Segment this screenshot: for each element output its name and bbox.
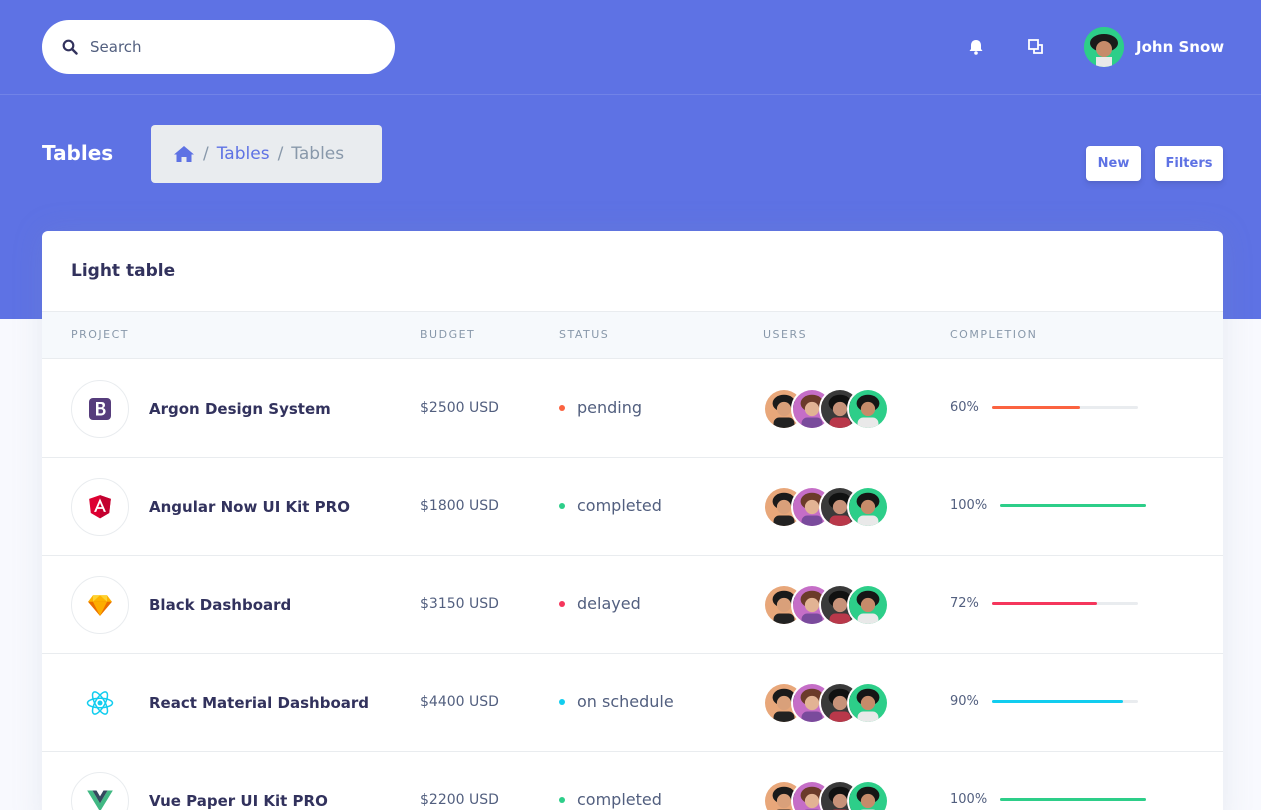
user-avatar[interactable] (847, 388, 889, 430)
status-dot (559, 404, 565, 411)
budget-value: $2500 USD (420, 400, 499, 416)
status-text: completed (577, 496, 662, 515)
progress-bar (992, 406, 1138, 409)
budget-value: $1800 USD (420, 498, 499, 514)
page-title: Tables (42, 141, 114, 165)
angular-icon (71, 478, 129, 536)
status-text: completed (577, 790, 662, 809)
status-text: delayed (577, 594, 641, 613)
avatar-group (763, 780, 893, 810)
table-row: Argon Design System $2500 USD pending 60… (42, 360, 1223, 458)
apps-icon[interactable] (1026, 37, 1046, 57)
row-actions-icon[interactable]: ⋮ (1218, 398, 1223, 414)
progress-bar (992, 602, 1138, 605)
budget-value: $2200 USD (420, 792, 499, 808)
completion-label: 100% (950, 792, 988, 807)
table-row: Vue Paper UI Kit PRO $2200 USD completed… (42, 752, 1223, 810)
search-input[interactable] (90, 38, 360, 56)
user-avatar[interactable] (847, 486, 889, 528)
avatar-group (763, 682, 893, 724)
project-name[interactable]: React Material Dashboard (149, 694, 369, 712)
filters-button[interactable]: Filters (1155, 146, 1223, 181)
breadcrumb-link-tables[interactable]: Tables (217, 144, 270, 164)
top-navbar: John Snow (0, 0, 1261, 95)
status-badge: completed (559, 790, 662, 809)
status-text: pending (577, 398, 643, 417)
row-actions-icon[interactable]: ⋮ (1218, 496, 1223, 512)
project-name[interactable]: Black Dashboard (149, 596, 291, 614)
progress-bar (1000, 504, 1146, 507)
bootstrap-icon (71, 380, 129, 438)
avatar-group (763, 388, 893, 430)
row-actions-icon[interactable]: ⋮ (1218, 790, 1223, 806)
status-badge: pending (559, 398, 642, 417)
avatar-group (763, 486, 893, 528)
project-name[interactable]: Vue Paper UI Kit PRO (149, 792, 328, 810)
home-icon[interactable] (173, 145, 195, 163)
row-actions-icon[interactable]: ⋮ (1218, 692, 1223, 708)
avatar (1084, 27, 1124, 67)
status-badge: completed (559, 496, 662, 515)
completion-label: 60% (950, 400, 979, 415)
table-row: Angular Now UI Kit PRO $1800 USD complet… (42, 458, 1223, 556)
breadcrumb: / Tables / Tables (151, 125, 382, 183)
row-actions-icon[interactable]: ⋮ (1218, 594, 1223, 610)
column-header-project[interactable]: Project (71, 328, 129, 341)
completion-label: 100% (950, 498, 988, 513)
search-box[interactable] (42, 20, 395, 74)
project-name[interactable]: Angular Now UI Kit PRO (149, 498, 350, 516)
project-name[interactable]: Argon Design System (149, 400, 331, 418)
user-avatar[interactable] (847, 584, 889, 626)
status-dot (559, 698, 565, 705)
bell-icon[interactable] (966, 37, 986, 57)
vue-icon (71, 772, 129, 810)
new-button[interactable]: New (1086, 146, 1141, 181)
budget-value: $4400 USD (420, 694, 499, 710)
column-header-completion[interactable]: Completion (950, 328, 1037, 341)
progress-bar (992, 700, 1138, 703)
avatar-group (763, 584, 893, 626)
user-avatar[interactable] (847, 780, 889, 810)
sketch-icon (71, 576, 129, 634)
status-badge: on schedule (559, 692, 674, 711)
column-header-budget[interactable]: Budget (420, 328, 475, 341)
completion-label: 90% (950, 694, 979, 709)
table-card: Light table Project Budget Status Users … (42, 231, 1223, 810)
status-dot (559, 796, 565, 803)
budget-value: $3150 USD (420, 596, 499, 612)
column-header-users[interactable]: Users (763, 328, 807, 341)
react-icon (71, 674, 129, 732)
status-text: on schedule (577, 692, 674, 711)
status-dot (559, 502, 565, 509)
status-badge: delayed (559, 594, 641, 613)
table-header: Project Budget Status Users Completion (42, 311, 1223, 359)
search-icon (62, 39, 78, 55)
column-header-status[interactable]: Status (559, 328, 609, 341)
table-row: React Material Dashboard $4400 USD on sc… (42, 654, 1223, 752)
breadcrumb-current: Tables (291, 144, 345, 164)
user-avatar[interactable] (847, 682, 889, 724)
breadcrumb-separator: / (277, 144, 284, 164)
table-row: Black Dashboard $3150 USD delayed 72% ⋮ (42, 556, 1223, 654)
card-title: Light table (71, 261, 176, 281)
user-name: John Snow (1136, 38, 1225, 56)
completion-label: 72% (950, 596, 979, 611)
breadcrumb-separator: / (203, 144, 209, 164)
status-dot (559, 600, 565, 607)
progress-bar (1000, 798, 1146, 801)
user-menu[interactable]: John Snow (1084, 27, 1224, 67)
